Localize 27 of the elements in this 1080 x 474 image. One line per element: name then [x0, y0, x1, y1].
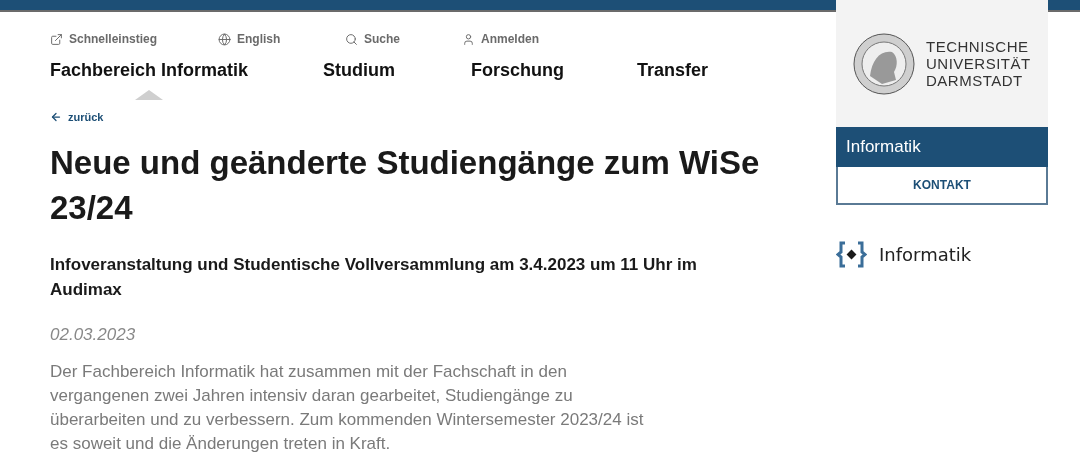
article-subtitle: Infoveranstaltung und Studentische Vollversammlung am 3.4.2023 um 11 Uhr im Audimax: [50, 253, 698, 301]
contact-button[interactable]: KONTAKT: [836, 167, 1048, 205]
top-bar: [1048, 0, 1080, 12]
user-icon: [462, 32, 475, 46]
university-name-line: DARMSTADT: [926, 72, 1024, 89]
article-date: 02.03.2023: [50, 323, 137, 346]
utility-link[interactable]: English: [218, 30, 345, 48]
utility-link[interactable]: Suche: [345, 30, 462, 48]
brackets-logo-icon: [836, 241, 867, 268]
utility-link[interactable]: Schnelleinstieg: [50, 30, 218, 48]
utility-link[interactable]: Anmelden: [462, 30, 582, 48]
arrow-left-icon: [50, 111, 62, 124]
department-header: Informatik: [836, 127, 1048, 167]
university-name-line: UNIVERSITÄT: [926, 55, 1031, 72]
article-body: Der Fachbereich Informatik hat zusammen mit der Fachschaft in den vergangenen zwei Jahren intensiv daran gearbeitet, Studiengänge zu überarbeiten und zu verbessern. Zum kommenden Wintersemester 2023/24 ist es soweit und die Änderungen treten in Kraft.: [50, 361, 645, 455]
nav-tab[interactable]: Forschung: [471, 59, 564, 99]
emblem-drawing: [852, 31, 916, 96]
nav-tab[interactable]: Transfer: [637, 59, 709, 99]
article-title: Neue und geänderte Studiengänge zum WiSe 23/24: [50, 142, 761, 228]
external-link-icon: [50, 32, 63, 46]
search-icon: [345, 32, 358, 46]
university-name-line: TECHNISCHE: [926, 38, 1030, 55]
globe-icon: [218, 32, 231, 46]
nav-tab[interactable]: Studium: [323, 59, 395, 99]
brand-name: Informatik: [879, 243, 972, 267]
back-link[interactable]: zurück: [50, 109, 104, 126]
nav-tab[interactable]: Fachbereich Informatik: [50, 59, 249, 99]
